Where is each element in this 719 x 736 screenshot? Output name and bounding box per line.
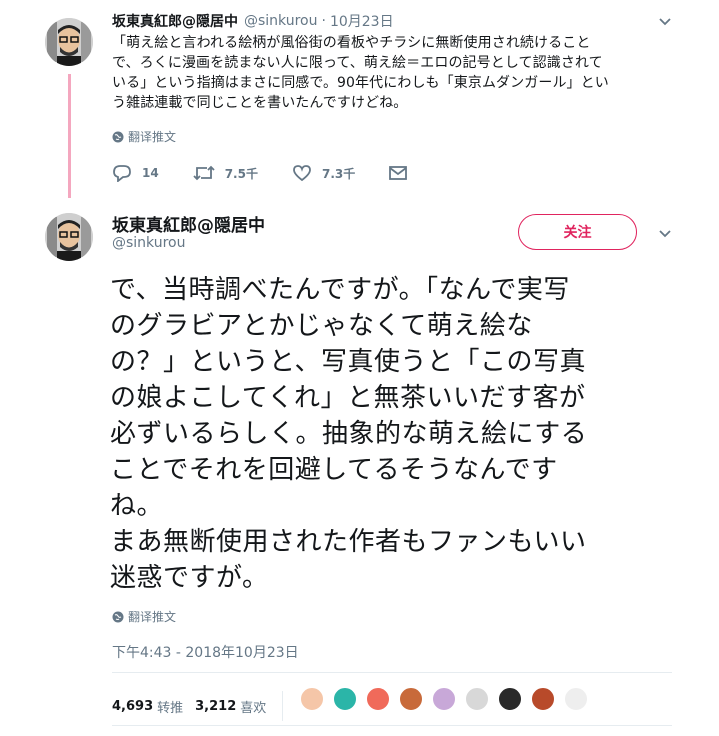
chevron-down-icon[interactable] <box>655 12 675 32</box>
tweet-text-line: の娘よこしてくれ」と無茶いいだす客が <box>110 383 586 413</box>
reply-icon <box>113 165 131 182</box>
retweet-icon <box>193 165 215 181</box>
globe-icon <box>112 131 124 142</box>
user-handle[interactable]: @sinkurou <box>244 13 318 29</box>
avatar[interactable] <box>45 213 93 261</box>
translate-tweet-link[interactable]: 翻译推文 <box>112 128 176 145</box>
liker-avatar[interactable] <box>564 687 588 711</box>
divider <box>112 672 672 673</box>
tweet-text-line: で、当時調べたんですが。「なんで実写 <box>110 275 570 305</box>
translate-tweet-link[interactable]: 翻译推文 <box>112 608 176 625</box>
reply-count: 14 <box>142 166 159 180</box>
user-name[interactable]: 坂東真紅郎@隠居中 <box>112 211 265 236</box>
tweet-text-line: ね。 <box>110 491 164 521</box>
dm-icon <box>389 166 408 180</box>
reply-button[interactable]: 14 <box>112 164 159 182</box>
liker-avatar[interactable] <box>531 687 555 711</box>
user-handle[interactable]: @sinkurou <box>112 235 186 251</box>
retweet-count: 7.5千 <box>224 166 258 181</box>
tweet-text-line: のグラビアとかじゃなくて萌え絵な <box>110 311 533 341</box>
thread-connector-line <box>68 74 71 198</box>
user-name[interactable]: 坂東真紅郎@隠居中 <box>112 11 238 31</box>
separator-dot: · <box>321 13 326 29</box>
liker-avatar[interactable] <box>366 687 390 711</box>
liker-avatar[interactable] <box>498 687 522 711</box>
tweet-text-line: ことでそれを回避してるそうなんです <box>110 455 558 485</box>
follow-button[interactable]: 关注 <box>518 214 637 250</box>
liker-avatar[interactable] <box>399 687 423 711</box>
retweets-count[interactable]: 4,693 <box>112 699 153 714</box>
tweet-text-line: 必ずいるらしく。抽象的な萌え絵にする <box>110 419 588 449</box>
tweet-date[interactable]: 10月23日 <box>330 11 394 31</box>
tweet-stats: 4,693 转推 3,212 喜欢 <box>112 691 293 721</box>
tweet-text-line: いる」という指摘はまさに同感で。90年代にわしも「東京ムダンガール」とい <box>112 75 609 91</box>
likes-label[interactable]: 喜欢 <box>240 697 266 716</box>
tweet-text-line: の？」というと、写真使うと「この写真 <box>110 347 586 377</box>
tweet-text-line: 迷惑ですが。 <box>110 563 269 593</box>
like-button[interactable]: 7.3千 <box>292 164 355 182</box>
liker-avatar[interactable] <box>300 687 324 711</box>
retweet-button[interactable]: 7.5千 <box>193 165 258 182</box>
liker-avatar[interactable] <box>333 687 357 711</box>
tweet-actions: 14 7.5千 7.3千 <box>112 162 441 184</box>
like-icon <box>293 165 311 182</box>
like-count: 7.3千 <box>321 166 356 181</box>
parent-tweet-header: 坂東真紅郎@隠居中 @sinkurou · 10月23日 <box>112 11 394 31</box>
retweets-label[interactable]: 转推 <box>157 697 183 716</box>
main-tweet-text: で、当時調べたんですが。「なんで実写 のグラビアとかじゃなくて萌え絵な の？」と… <box>110 272 690 596</box>
avatar[interactable] <box>45 18 93 66</box>
tweet-text-line: う雑誌連載で同じことを書いたんですけどね。 <box>112 95 408 111</box>
divider <box>282 691 284 721</box>
tweet-text-line: で、ろくに漫画を読まない人に限って、萌え絵＝エロの記号として認識されて <box>112 55 603 71</box>
translate-label: 翻译推文 <box>128 610 177 624</box>
liker-avatars <box>300 687 597 711</box>
parent-tweet-text: 「萌え絵と言われる絵柄が風俗街の看板やチラシに無断使用され続けること で、ろくに… <box>112 33 667 113</box>
direct-message-button[interactable] <box>389 165 408 181</box>
tweet-text-line: 「萌え絵と言われる絵柄が風俗街の看板やチラシに無断使用され続けること <box>112 35 591 51</box>
liker-avatar[interactable] <box>432 687 456 711</box>
likes-count[interactable]: 3,212 <box>195 699 236 714</box>
chevron-down-icon[interactable] <box>655 224 675 244</box>
globe-icon <box>112 611 124 622</box>
liker-avatar[interactable] <box>465 687 489 711</box>
translate-label: 翻译推文 <box>128 130 177 144</box>
tweet-text-line: まあ無断使用された作者もファンもいい <box>110 527 587 557</box>
divider <box>112 725 672 726</box>
tweet-timestamp[interactable]: 下午4:43 - 2018年10月23日 <box>112 642 299 662</box>
